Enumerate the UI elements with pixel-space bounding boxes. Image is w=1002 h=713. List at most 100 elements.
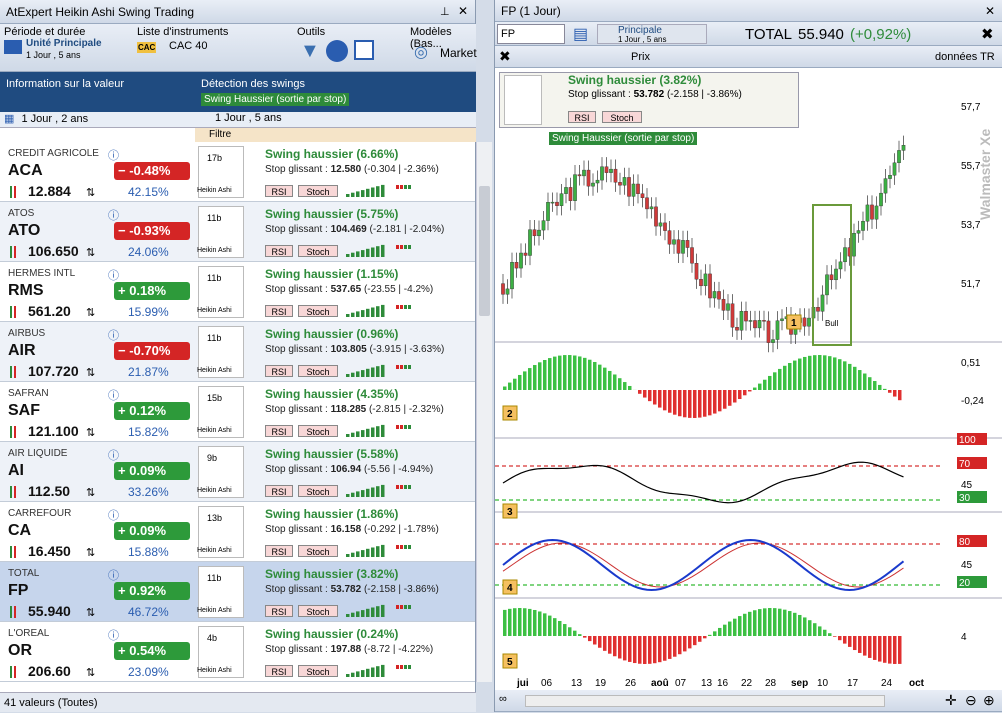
stoch-button[interactable]: Stoch <box>298 365 338 377</box>
card-stoch[interactable]: Stoch <box>602 111 642 123</box>
mini-chart[interactable]: 15b Heikin Ashi <box>198 386 244 438</box>
stoch-button[interactable]: Stoch <box>298 245 338 257</box>
rsi-button[interactable]: RSI <box>265 365 293 377</box>
market-icon[interactable]: ◎ <box>414 42 428 62</box>
left-title-close-icon[interactable]: ✕ <box>458 4 468 18</box>
tools-icon[interactable]: ✖ <box>499 48 511 65</box>
hist-bar <box>708 390 712 415</box>
rsi-button[interactable]: RSI <box>265 305 293 317</box>
rsi-button[interactable]: RSI <box>265 665 293 677</box>
crosshair-icon[interactable]: ✛ <box>945 692 957 709</box>
p5-bar <box>658 636 662 662</box>
signal-bar <box>400 305 403 309</box>
stoch-button[interactable]: Stoch <box>298 545 338 557</box>
list-selector[interactable]: CAC CAC 40 <box>137 38 287 68</box>
stock-row[interactable]: HERMES INTL RMS ⓘ + 0.18% 561.20 ⇅ 15.99… <box>0 262 475 322</box>
stop-label: Stop glissant : <box>265 284 331 295</box>
stoch-button[interactable]: Stoch <box>298 665 338 677</box>
info-icon[interactable]: ⓘ <box>108 267 119 283</box>
left-scroll-thumb[interactable] <box>479 186 490 316</box>
stock-row[interactable]: AIRBUS AIR ⓘ − -0.70% 107.720 ⇅ 21.87% 1… <box>0 322 475 382</box>
candle <box>897 150 900 162</box>
stock-row[interactable]: TOTAL FP ⓘ + 0.92% 55.940 ⇅ 46.72% 11b H… <box>0 562 475 622</box>
hist-bar <box>738 390 742 399</box>
right-window-title: FP (1 Jour) <box>495 0 1002 22</box>
mini-chart[interactable]: 11b Heikin Ashi <box>198 266 244 318</box>
rsi-button[interactable]: RSI <box>265 185 293 197</box>
info-icon[interactable]: ⓘ <box>108 147 119 163</box>
hist-bar <box>578 356 582 390</box>
book-icon[interactable]: ▤ <box>573 24 588 44</box>
info-icon[interactable]: ⓘ <box>108 207 119 223</box>
left-toolbar: Période et durée Unité Principale 1 Jour… <box>0 24 476 72</box>
rsi-button[interactable]: RSI <box>265 485 293 497</box>
info-icon[interactable]: ⓘ <box>108 507 119 523</box>
stock-row[interactable]: L'OREAL OR ⓘ + 0.54% 206.60 ⇅ 23.09% 4b … <box>0 622 475 682</box>
left-title-pin-icon[interactable]: ⊥ <box>440 5 450 18</box>
stock-row[interactable]: CARREFOUR CA ⓘ + 0.09% 16.450 ⇅ 15.88% 1… <box>0 502 475 562</box>
add-grid-icon[interactable] <box>354 40 374 60</box>
hist-bar <box>563 355 567 390</box>
hscroll[interactable] <box>525 695 885 707</box>
prix-label[interactable]: Prix <box>631 51 650 63</box>
rsi-level: 30 <box>959 493 971 504</box>
p5-bar <box>693 636 697 645</box>
mini-chart[interactable]: 11b Heikin Ashi <box>198 206 244 258</box>
info-icon[interactable]: ⓘ <box>108 327 119 343</box>
signal-bar <box>400 365 403 369</box>
zoom-out-icon[interactable]: ⊖ <box>965 692 977 709</box>
stoch-button[interactable]: Stoch <box>298 305 338 317</box>
stoch-button[interactable]: Stoch <box>298 605 338 617</box>
unit-selector[interactable]: Unité Principale 1 Jour , 5 ans <box>4 38 132 68</box>
signal-bar <box>404 545 407 549</box>
info-icon[interactable]: ⓘ <box>108 387 119 403</box>
stock-row[interactable]: ATOS ATO ⓘ − -0.93% 106.650 ⇅ 24.06% 11b… <box>0 202 475 262</box>
mini-chart[interactable]: 17b Heikin Ashi <box>198 146 244 198</box>
rsi-button[interactable]: RSI <box>265 425 293 437</box>
p5-bar <box>608 636 612 654</box>
filter-icon[interactable]: ▼ <box>300 40 320 63</box>
zoom-in-icon[interactable]: ⊕ <box>983 692 995 709</box>
info-icon[interactable]: ⓘ <box>108 567 119 583</box>
mini-chart[interactable]: 9b Heikin Ashi <box>198 446 244 498</box>
strength-bar <box>376 246 380 257</box>
strength-bar <box>351 253 355 257</box>
card-rsi[interactable]: RSI <box>568 111 596 123</box>
right-close-icon[interactable]: ✕ <box>985 4 995 18</box>
rsi-button[interactable]: RSI <box>265 245 293 257</box>
filter-bar[interactable]: Filtre <box>195 128 476 142</box>
stock-vol: 42.15% <box>128 185 169 199</box>
filter-period-2[interactable]: 1 Jour , 5 ans <box>195 112 476 128</box>
filter-period-1[interactable]: ▦ 1 Jour , 2 ans <box>0 112 195 128</box>
mini-chart[interactable]: 11b Heikin Ashi <box>198 566 244 618</box>
stock-row[interactable]: SAFRAN SAF ⓘ + 0.12% 121.100 ⇅ 15.82% 15… <box>0 382 475 442</box>
rsi-button[interactable]: RSI <box>265 605 293 617</box>
stoch-button[interactable]: Stoch <box>298 185 338 197</box>
market-label[interactable]: Market <box>440 46 477 60</box>
left-scrollbar[interactable] <box>476 142 492 682</box>
mini-chart[interactable]: 11b Heikin Ashi <box>198 326 244 378</box>
stoch-button[interactable]: Stoch <box>298 485 338 497</box>
model-selector[interactable]: Principale 1 Jour , 5 ans <box>597 24 707 44</box>
strength-bar <box>356 491 360 497</box>
strength-bar <box>361 430 365 437</box>
p5-bar <box>518 608 522 636</box>
symbol-input[interactable] <box>497 24 565 44</box>
x-tick: 06 <box>541 678 553 689</box>
stoch-button[interactable]: Stoch <box>298 425 338 437</box>
link-icon[interactable]: ∞ <box>499 693 507 705</box>
stock-row[interactable]: AIR LIQUIDE AI ⓘ + 0.09% 112.50 ⇅ 33.26%… <box>0 442 475 502</box>
dropdown-circle-icon[interactable] <box>326 40 348 62</box>
mini-chart[interactable]: 4b Heikin Ashi <box>198 626 244 678</box>
mini-chart[interactable]: 13b Heikin Ashi <box>198 506 244 558</box>
rsi-button[interactable]: RSI <box>265 545 293 557</box>
p5-bar <box>638 636 642 664</box>
info-icon[interactable]: ⓘ <box>108 627 119 643</box>
settings-icon[interactable]: ✖ <box>981 25 994 43</box>
swing-text: Swing haussier (3.82%) <box>265 567 398 581</box>
stock-vol: 15.99% <box>128 305 169 319</box>
candle <box>555 202 558 206</box>
x-tick: oct <box>909 678 925 689</box>
info-icon[interactable]: ⓘ <box>108 447 119 463</box>
stock-row[interactable]: CREDIT AGRICOLE ACA ⓘ − -0.48% 12.884 ⇅ … <box>0 142 475 202</box>
